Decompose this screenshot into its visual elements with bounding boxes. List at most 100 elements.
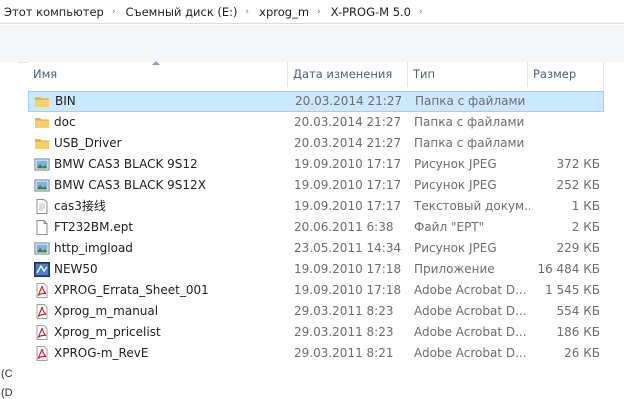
file-row[interactable]: XPROG_Errata_Sheet_001 19.09.2010 17:18 Ad… [28,280,604,301]
text-file-icon [34,199,50,214]
pdf-icon [34,346,50,361]
file-row[interactable]: BMW CAS3 BLACK 9S12 19.09.2010 17:17 Рисун… [28,154,604,175]
file-type: Adobe Acrobat D... [414,283,527,297]
file-date-modified: 19.09.2010 17:17 [294,178,402,192]
file-type: Папка с файлами [414,115,525,129]
command-bar [0,25,624,63]
file-type: Рисунок JPEG [414,157,497,171]
file-name: BIN [55,94,76,108]
blank-file-icon [34,220,50,235]
file-row[interactable]: http_imgload 23.05.2011 14:34 Рисунок JPEG… [28,238,604,259]
file-row[interactable]: XPROG-m_RevE 29.03.2011 8:21 Adobe Acrobat… [28,343,604,364]
file-size: 26 КБ [564,346,600,360]
breadcrumb-label: X-PROG-M 5.0 [330,4,412,19]
file-date-modified: 20.03.2014 21:27 [294,115,402,129]
file-type: Папка с файлами [415,94,526,108]
file-row[interactable]: cas3接线 19.09.2010 17:17 Текстовый докум...… [28,196,604,217]
file-date-modified: 23.05.2011 14:34 [294,241,402,255]
file-row[interactable]: NEW50 19.09.2010 17:18 Приложение 16 484 КБ [28,259,604,280]
file-date-modified: 19.09.2010 17:17 [294,157,402,171]
breadcrumb-removable-disk[interactable]: Съемный диск (E:) › [120,0,254,24]
file-size [530,112,600,133]
image-icon [34,241,50,256]
file-type: Рисунок JPEG [414,178,497,192]
file-date-modified: 29.03.2011 8:23 [294,304,394,318]
file-row[interactable]: Xprog_m_pricelist 29.03.2011 8:23 Adobe Ac… [28,322,604,343]
file-name: FT232BM.ept [54,220,134,234]
column-header-date[interactable]: Дата изменения [288,62,408,87]
address-bar[interactable]: Этот компьютер › Съемный диск (E:) › xpr… [0,0,624,24]
file-name: Xprog_m_manual [54,304,159,318]
breadcrumb-xprog-m[interactable]: xprog_m › [254,0,325,24]
file-row[interactable]: FT232BM.ept 20.06.2011 6:38 Файл "EPT" 2 КБ [28,217,604,238]
file-type: Текстовый докум... [414,199,530,213]
nav-item-fragment[interactable]: (D [1,387,13,399]
file-date-modified: 20.03.2014 21:27 [295,94,403,108]
file-size: 2 КБ [571,220,600,234]
file-date-modified: 19.09.2010 17:18 [294,283,402,297]
file-type: Рисунок JPEG [414,241,497,255]
file-name: BMW CAS3 BLACK 9S12 [54,157,198,171]
file-date-modified: 19.09.2010 17:17 [294,199,402,213]
file-type: Adobe Acrobat D... [414,346,527,360]
folder-icon [34,115,50,130]
file-size [531,91,601,112]
file-type: Adobe Acrobat D... [414,304,527,318]
file-size: 252 КБ [556,178,600,192]
application-icon [34,262,50,277]
chevron-right-icon[interactable]: › [309,7,326,17]
file-size: 229 КБ [556,241,600,255]
file-size: 1 545 КБ [545,283,600,297]
column-header-size[interactable]: Размер [528,62,604,87]
breadcrumb-label: Этот компьютер [4,4,104,19]
file-size: 372 КБ [556,157,600,171]
navigation-pane[interactable]: (C (D [0,62,18,399]
file-row[interactable]: BMW CAS3 BLACK 9S12X 19.09.2010 17:17 Рису… [28,175,604,196]
column-header-type[interactable]: Тип [408,62,528,87]
file-size: 1 КБ [571,199,600,213]
file-name: BMW CAS3 BLACK 9S12X [54,178,206,192]
file-row-selected[interactable]: BIN 20.03.2014 21:27 Папка с файлами [28,91,604,112]
file-row[interactable]: USB_Driver 20.03.2014 21:27 Папка с файлам… [28,133,604,154]
breadcrumb-this-pc[interactable]: Этот компьютер › [0,0,120,24]
breadcrumb-label: xprog_m [259,4,310,19]
breadcrumb-label: Съемный диск (E:) [125,4,238,19]
file-name: XPROG_Errata_Sheet_001 [54,283,209,297]
image-icon [34,157,50,172]
pdf-icon [34,283,50,298]
chevron-right-icon[interactable]: › [411,7,428,17]
column-header-name[interactable]: Имя [28,62,288,87]
file-type: Файл "EPT" [414,220,485,234]
file-date-modified: 20.03.2014 21:27 [294,136,402,150]
chevron-right-icon[interactable]: › [104,7,121,17]
file-name: Xprog_m_pricelist [54,325,161,339]
file-name: USB_Driver [54,136,122,150]
breadcrumb-x-prog-m-5[interactable]: X-PROG-M 5.0 › [326,0,428,24]
column-header: Имя Дата изменения Тип Размер [28,61,624,87]
file-size: 554 КБ [556,304,600,318]
chevron-right-icon[interactable]: › [238,7,255,17]
pdf-icon [34,304,50,319]
file-date-modified: 29.03.2011 8:21 [294,346,394,360]
file-date-modified: 20.06.2011 6:38 [294,220,394,234]
file-row[interactable]: doc 20.03.2014 21:27 Папка с файлами [28,112,604,133]
folder-icon [34,136,50,151]
file-size [530,133,600,154]
file-name: NEW50 [54,262,98,276]
file-type: Приложение [414,262,495,276]
file-name: XPROG-m_RevE [54,346,149,360]
folder-icon [34,94,50,109]
file-name: doc [54,115,76,129]
file-row[interactable]: Xprog_m_manual 29.03.2011 8:23 Adobe Acrob… [28,301,604,322]
file-type: Папка с файлами [414,136,525,150]
file-size: 186 КБ [556,325,600,339]
file-list: BIN 20.03.2014 21:27 Папка с файлами doc 20.… [28,91,604,364]
file-size: 16 484 КБ [537,262,600,276]
file-name: http_imgload [54,241,133,255]
file-name: cas3接线 [54,199,106,213]
file-date-modified: 29.03.2011 8:23 [294,325,394,339]
file-date-modified: 19.09.2010 17:18 [294,262,402,276]
nav-item-fragment[interactable]: (C [1,368,13,380]
file-type: Adobe Acrobat D... [414,325,527,339]
image-icon [34,178,50,193]
